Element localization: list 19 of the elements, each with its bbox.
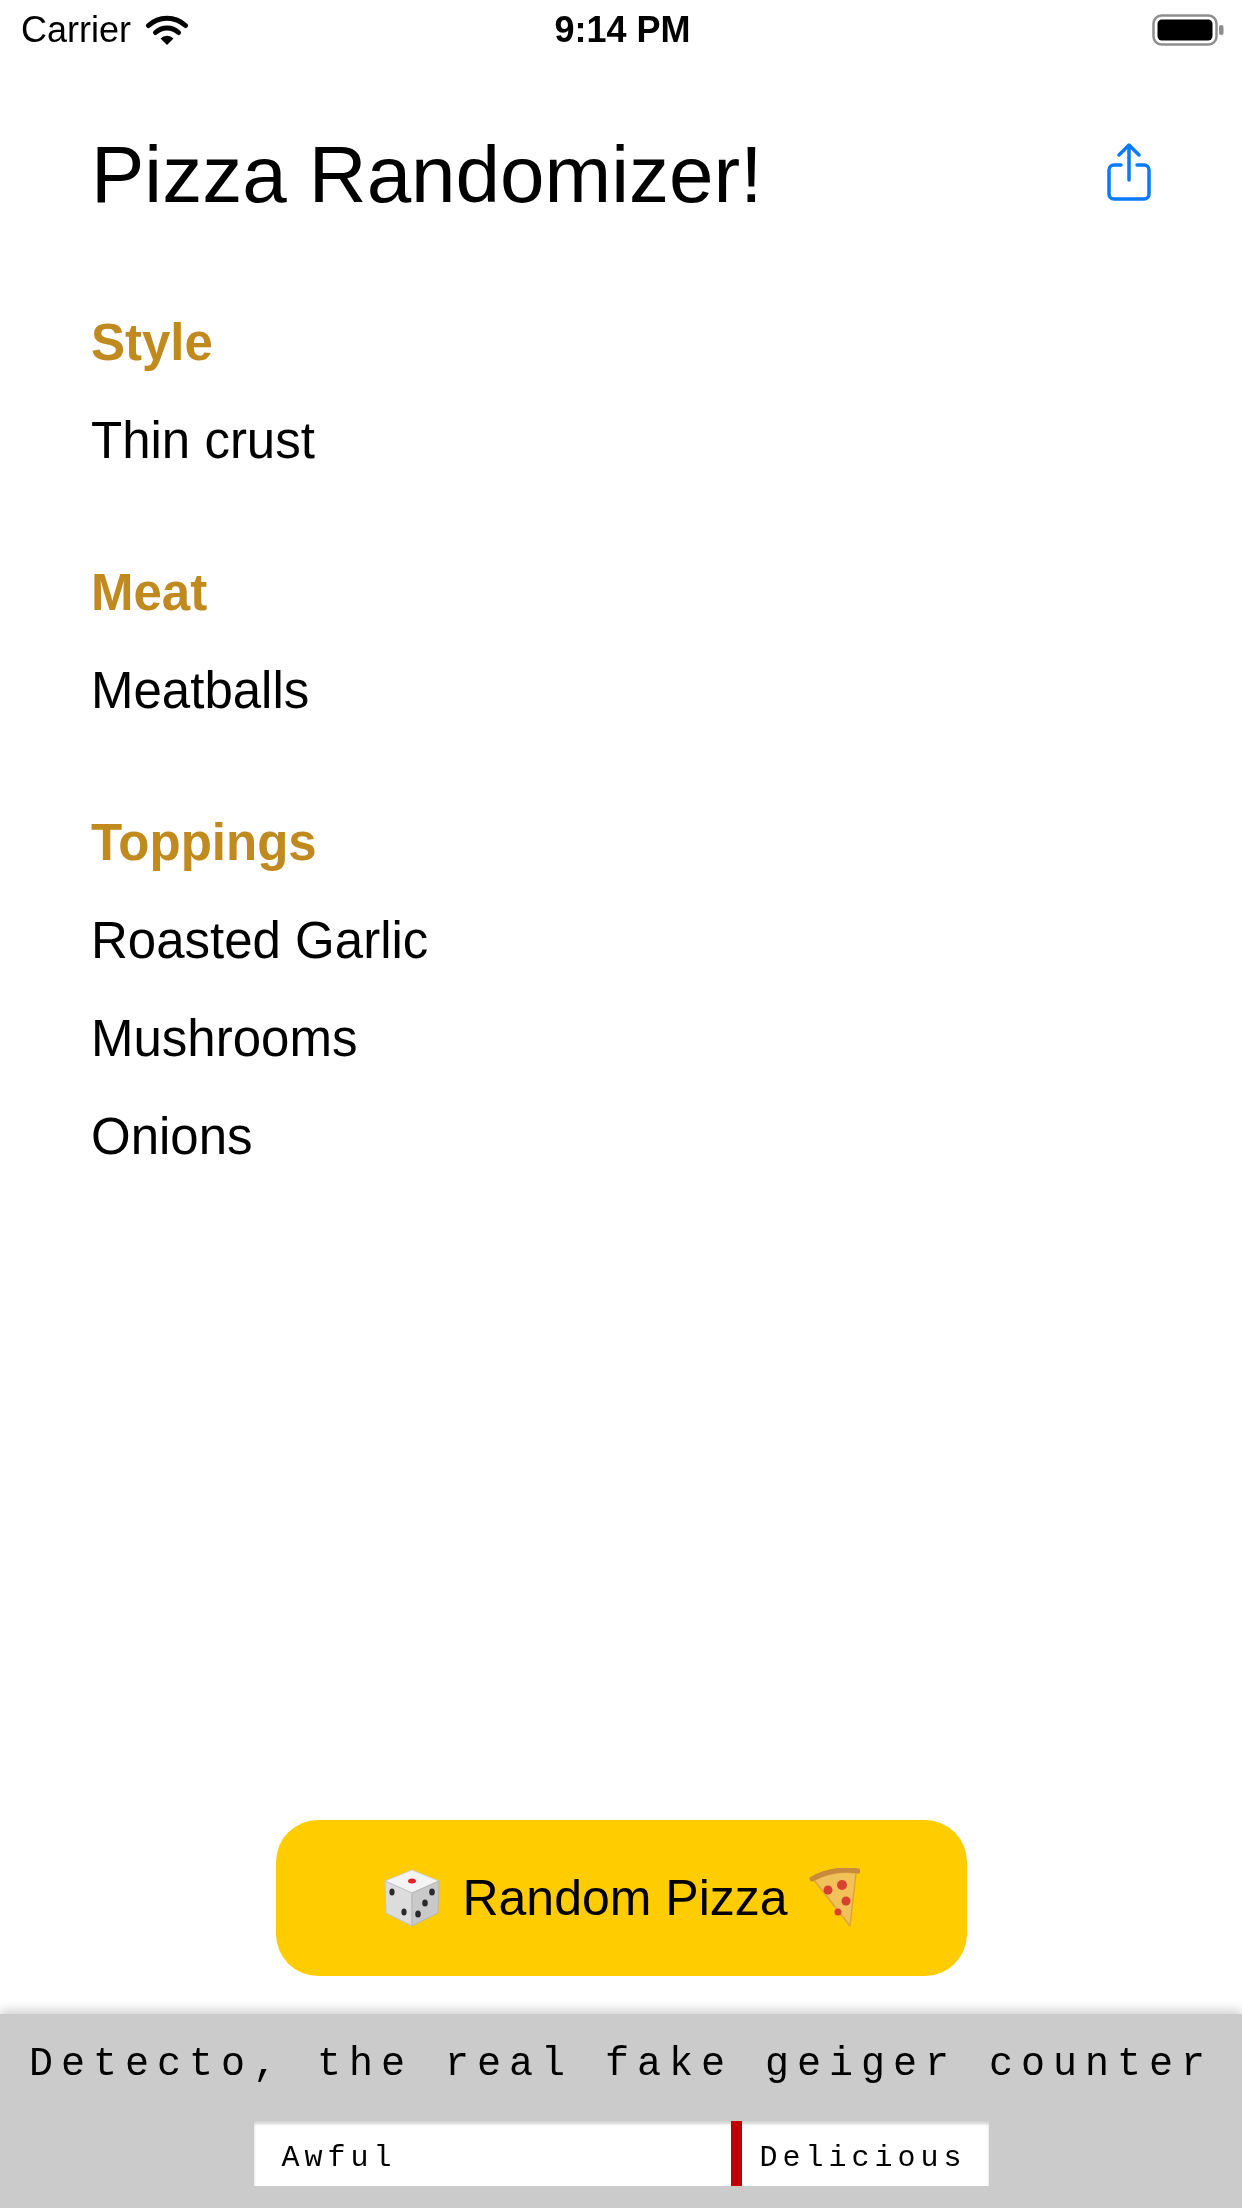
page-title: Pizza Randomizer! [91, 135, 763, 215]
carrier-name: Carrier [21, 12, 131, 48]
option-text: Roasted Garlic [91, 914, 429, 966]
option-text: Mushrooms [91, 1012, 358, 1064]
dice-icon [382, 1868, 443, 1928]
option-text: Onions [91, 1110, 253, 1162]
ad-banner[interactable]: Detecto, the real fake geiger counter Awful Delicious [0, 2014, 1242, 2208]
wifi-icon [145, 14, 189, 46]
status-time: 9:14 PM [554, 12, 691, 48]
pizza-slice-icon [807, 1868, 860, 1928]
ad-headline: Detecto, the real fake geiger counter [28, 2045, 1214, 2085]
random-pizza-button[interactable]: Random Pizza [275, 1820, 967, 1976]
meter-low-label: Awful [281, 2142, 397, 2173]
share-icon[interactable] [1106, 143, 1152, 201]
option-text: Meatballs [91, 664, 310, 716]
option-text: Thin crust [91, 414, 315, 466]
section-heading: Meat [91, 566, 208, 618]
battery-icon [1152, 14, 1224, 46]
meter-high-label: Delicious [759, 2142, 967, 2173]
